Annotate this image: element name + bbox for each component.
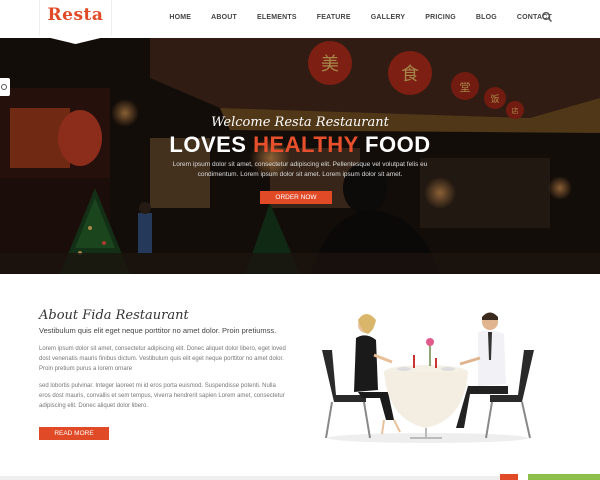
hero-banner: 美 食 堂 饭 店 Welcome Resta Restaurant LOVES… (0, 38, 600, 274)
headline-highlight: HEALTHY (253, 132, 359, 157)
nav-home[interactable]: HOME (169, 14, 191, 21)
search-icon[interactable] (541, 11, 553, 23)
order-now-button[interactable]: ORDER NOW (260, 191, 332, 204)
gear-icon (1, 84, 7, 90)
nav-elements[interactable]: ELEMENTS (257, 14, 297, 21)
nav-pricing[interactable]: PRICING (425, 14, 456, 21)
settings-tab[interactable] (0, 78, 10, 96)
about-paragraph-1: Lorem ipsum dolor sit amet, consectetur … (39, 346, 286, 372)
next-section-image (500, 474, 600, 480)
about-subtitle: Vestibulum quis elit eget neque porttito… (39, 326, 277, 335)
logo-container[interactable]: Resta (39, 0, 112, 44)
headline-pre: LOVES (169, 132, 254, 157)
logo[interactable]: Resta (40, 5, 111, 25)
main-nav: HOME ABOUT ELEMENTS FEATURE GALLERY PRIC… (149, 0, 552, 34)
nav-blog[interactable]: BLOG (476, 14, 497, 21)
hero-welcome: Welcome Resta Restaurant (211, 115, 389, 130)
nav-about[interactable]: ABOUT (211, 14, 237, 21)
nav-gallery[interactable]: GALLERY (371, 14, 406, 21)
headline-post: FOOD (358, 132, 431, 157)
site-header: Resta HOME ABOUT ELEMENTS FEATURE GALLER… (0, 0, 600, 44)
hero-description: Lorem ipsum dolor sit amet, consectetur … (172, 161, 428, 178)
hero-headline: LOVES HEALTHY FOOD (0, 132, 600, 158)
read-more-button[interactable]: READ MORE (39, 427, 109, 440)
nav-feature[interactable]: FEATURE (317, 14, 351, 21)
about-paragraph-2: sed lobortis pulvinar. Integer laoreet m… (39, 383, 285, 409)
dining-couple-image (322, 312, 534, 443)
about-title: About Fida Restaurant (39, 308, 189, 323)
